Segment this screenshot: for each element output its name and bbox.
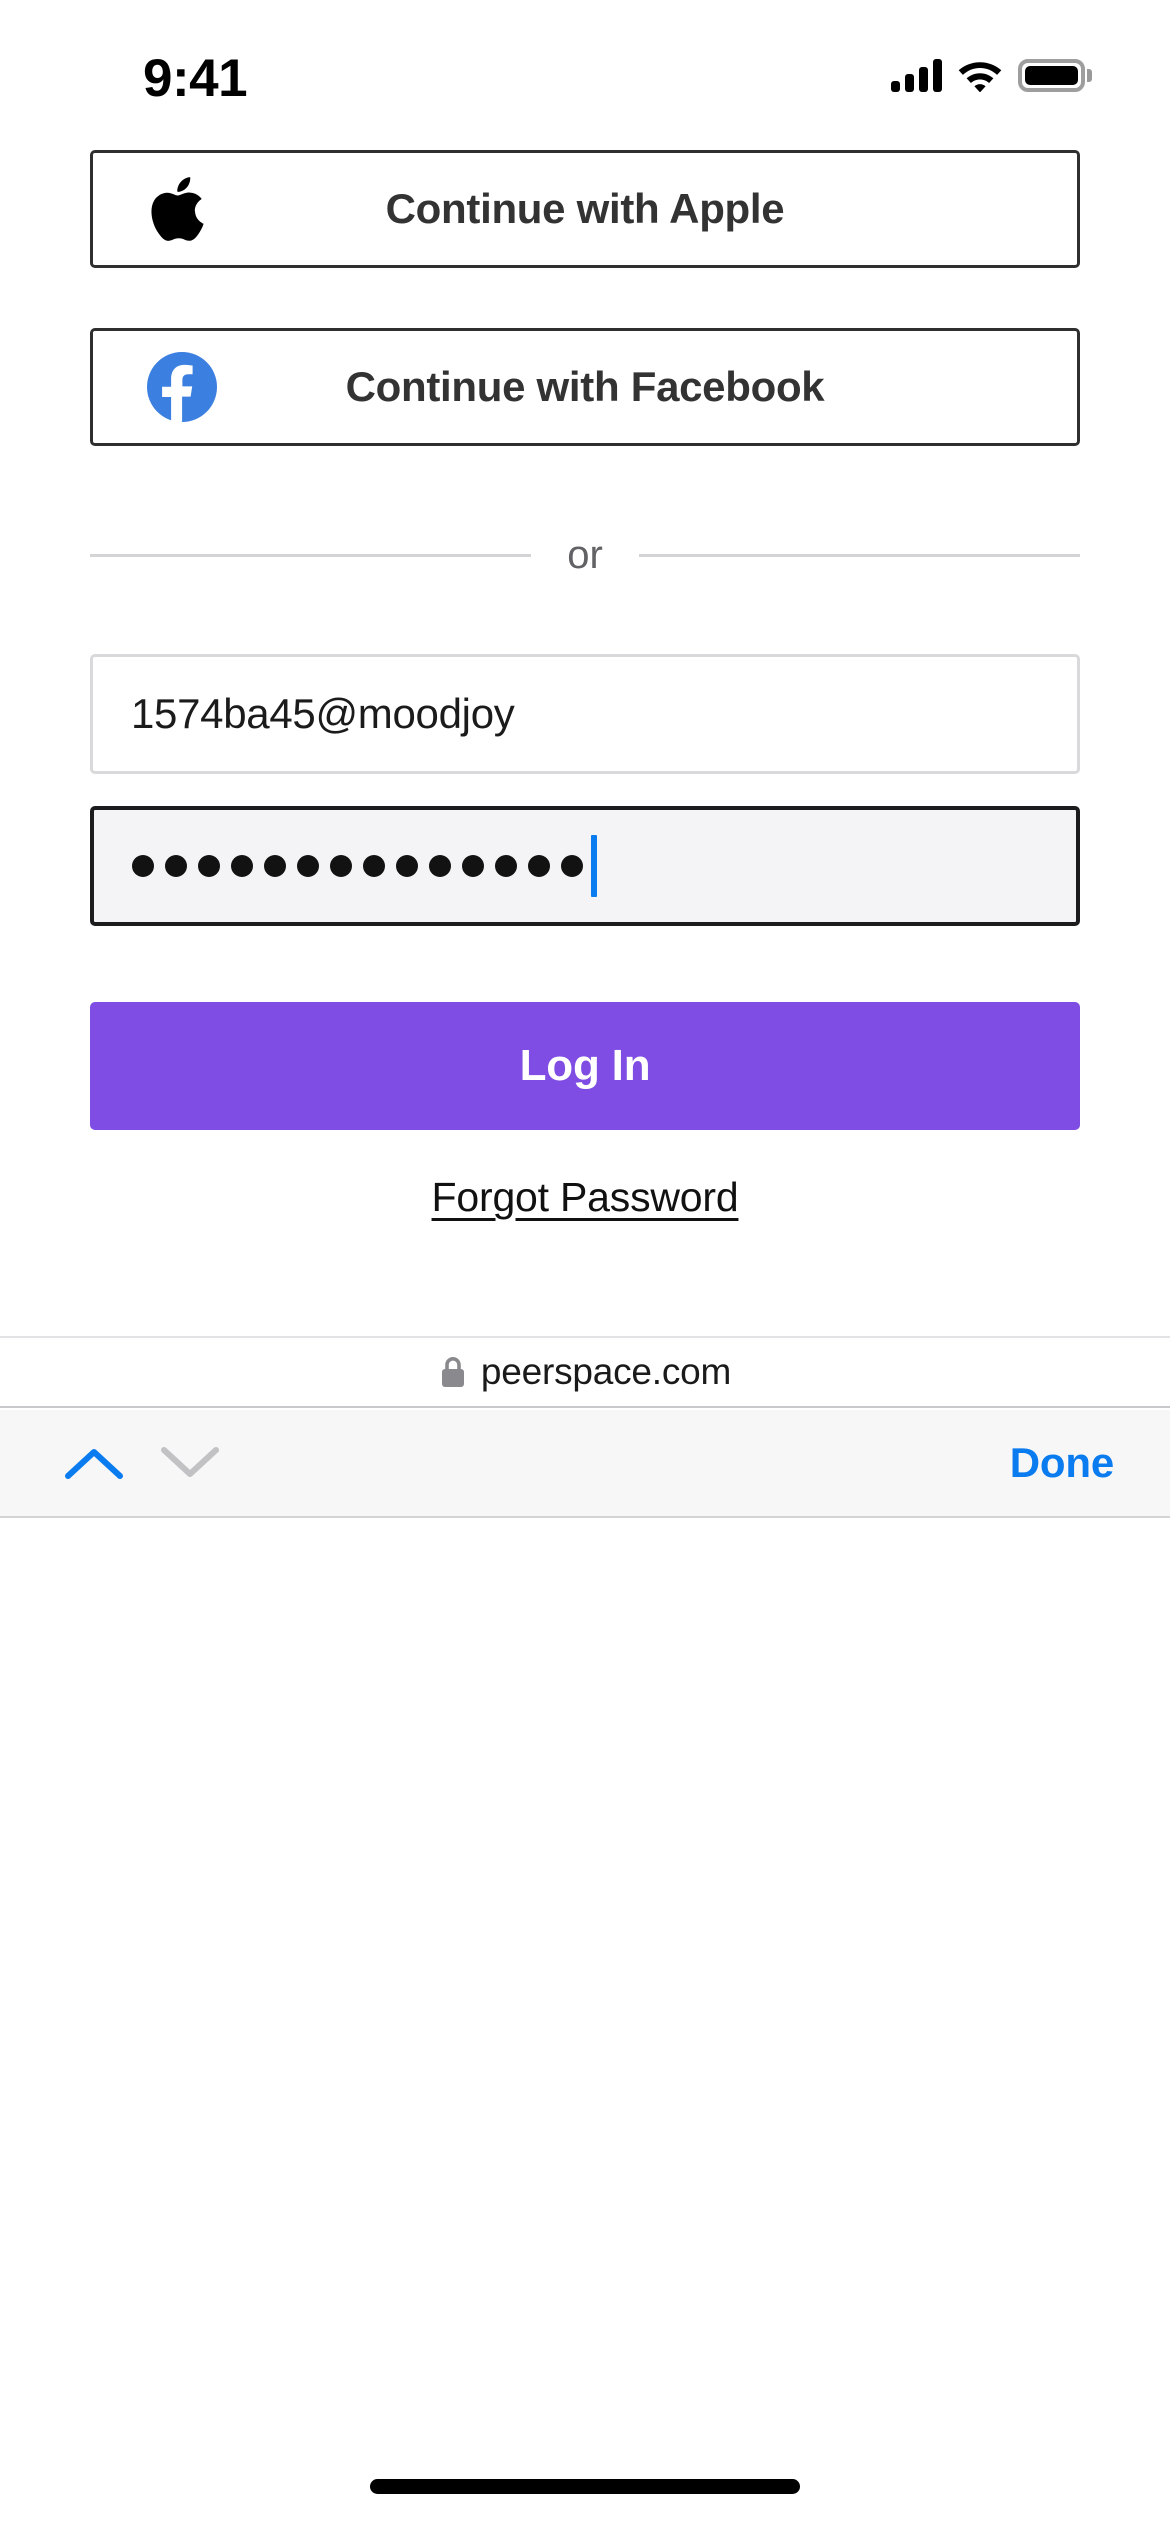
forgot-password-row: Forgot Password xyxy=(90,1174,1080,1221)
continue-with-apple-label: Continue with Apple xyxy=(386,185,785,233)
keyboard-accessory-bar: Done xyxy=(0,1410,1170,1518)
password-field[interactable] xyxy=(90,806,1080,926)
status-bar: 9:41 xyxy=(0,0,1170,150)
continue-with-facebook-button[interactable]: Continue with Facebook xyxy=(90,328,1080,446)
divider-label: or xyxy=(531,535,639,575)
login-button[interactable]: Log In xyxy=(90,1002,1080,1130)
wifi-icon xyxy=(958,58,1002,92)
battery-full-icon xyxy=(1018,59,1092,92)
cellular-signal-icon xyxy=(891,58,942,92)
login-page: Continue with Apple Continue with Facebo… xyxy=(0,150,1170,1221)
previous-field-button[interactable] xyxy=(46,1415,142,1511)
facebook-logo-icon xyxy=(145,350,219,424)
forgot-password-link[interactable]: Forgot Password xyxy=(432,1174,739,1221)
divider-line-right xyxy=(639,554,1080,557)
login-form: Continue with Apple Continue with Facebo… xyxy=(0,150,1170,1221)
apple-logo-icon xyxy=(145,172,219,246)
home-indicator[interactable] xyxy=(370,2479,800,2494)
browser-domain-bar[interactable]: peerspace.com xyxy=(0,1336,1170,1408)
lock-icon xyxy=(439,1356,467,1388)
email-field[interactable]: 1574ba45@moodjoy xyxy=(90,654,1080,774)
browser-domain-text: peerspace.com xyxy=(481,1351,731,1393)
continue-with-facebook-label: Continue with Facebook xyxy=(346,363,825,411)
next-field-button[interactable] xyxy=(142,1415,238,1511)
status-bar-indicators xyxy=(891,58,1092,92)
password-field-masked-value xyxy=(132,855,583,877)
empty-content-area xyxy=(0,1518,1170,2532)
chevron-up-icon xyxy=(65,1445,123,1481)
chevron-down-icon xyxy=(161,1445,219,1481)
continue-with-apple-button[interactable]: Continue with Apple xyxy=(90,150,1080,268)
keyboard-done-button[interactable]: Done xyxy=(1000,1439,1124,1487)
login-button-label: Log In xyxy=(520,1041,651,1091)
divider-line-left xyxy=(90,554,531,557)
or-divider: or xyxy=(90,524,1080,586)
email-field-value: 1574ba45@moodjoy xyxy=(131,690,514,738)
text-caret xyxy=(591,835,597,897)
status-bar-time: 9:41 xyxy=(143,52,247,105)
